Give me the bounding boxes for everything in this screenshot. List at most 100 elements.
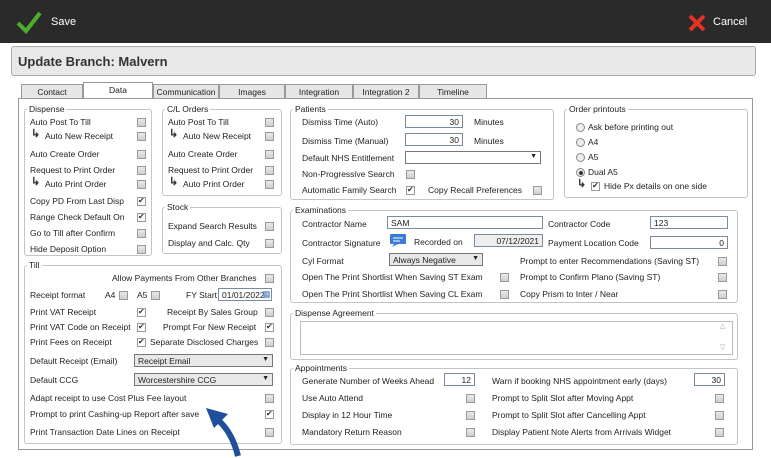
- dual-a5-label: Dual A5: [588, 167, 618, 177]
- save-button[interactable]: Save: [51, 16, 76, 28]
- mandatory-return-checkbox[interactable]: [466, 428, 475, 437]
- range-check-label: Range Check Default On: [30, 212, 125, 222]
- allow-payments-checkbox[interactable]: [265, 274, 274, 283]
- contractor-name-label: Contractor Name: [302, 219, 367, 229]
- prompt-cashing-checkbox[interactable]: [265, 409, 274, 419]
- tab-contact[interactable]: Contact: [21, 84, 83, 99]
- split-cancel-checkbox[interactable]: [715, 411, 724, 420]
- cl-auto-post-checkbox[interactable]: [265, 118, 274, 127]
- scroll-up-icon[interactable]: △: [720, 322, 725, 330]
- go-to-till-checkbox[interactable]: [137, 229, 146, 238]
- open-cl-checkbox[interactable]: [500, 290, 509, 299]
- adapt-receipt-label: Adapt receipt to use Cost Plus Fee layou…: [30, 393, 187, 403]
- cyl-format-select[interactable]: Always Negative: [389, 253, 483, 266]
- dispense-agreement-textarea[interactable]: [300, 321, 733, 355]
- copy-recall-checkbox[interactable]: [533, 186, 542, 195]
- receipt-a4-label: A4: [105, 290, 116, 300]
- dismiss-auto-label: Dismiss Time (Auto): [302, 117, 379, 127]
- receipt-format-label: Receipt format: [30, 290, 86, 300]
- open-st-label: Open The Print Shortlist When Saving ST …: [302, 272, 483, 282]
- cl-auto-new-receipt-label: Auto New Receipt: [183, 131, 252, 141]
- default-nhs-select[interactable]: [405, 151, 541, 164]
- tab-integration-2[interactable]: Integration 2: [353, 84, 419, 99]
- hide-px-checkbox[interactable]: [591, 181, 600, 191]
- payment-location-field[interactable]: 0: [650, 236, 728, 249]
- generate-weeks-field[interactable]: 12: [444, 373, 475, 386]
- tab-data[interactable]: Data: [83, 82, 153, 99]
- dispense-legend: Dispense: [29, 104, 65, 114]
- tab-integration[interactable]: Integration: [285, 84, 353, 99]
- dispense-auto-create-order-checkbox[interactable]: [137, 150, 146, 159]
- prompt-plano-checkbox[interactable]: [718, 273, 727, 282]
- tab-images[interactable]: Images: [219, 84, 285, 99]
- hide-px-label: Hide Px details on one side: [604, 181, 708, 191]
- tab-communication[interactable]: Communication: [153, 84, 219, 99]
- contractor-code-field[interactable]: 123: [650, 216, 728, 229]
- signature-icon[interactable]: [389, 233, 408, 248]
- hide-deposit-checkbox[interactable]: [137, 245, 146, 254]
- order-a5-radio[interactable]: [576, 153, 585, 162]
- dispense-auto-create-order-label: Auto Create Order: [30, 149, 100, 159]
- adapt-receipt-checkbox[interactable]: [265, 394, 274, 403]
- non-progressive-checkbox[interactable]: [406, 170, 415, 179]
- display-calc-checkbox[interactable]: [265, 239, 274, 248]
- ask-before-printing-radio[interactable]: [576, 123, 585, 132]
- receipt-by-sales-checkbox[interactable]: [265, 308, 274, 317]
- dispense-request-print-checkbox[interactable]: [137, 166, 146, 175]
- receipt-a5-checkbox[interactable]: [151, 291, 160, 300]
- dual-a5-radio[interactable]: [576, 168, 585, 177]
- receipt-a4-checkbox[interactable]: [119, 291, 128, 300]
- calendar-icon[interactable]: ▦: [262, 289, 271, 300]
- cl-auto-print-checkbox[interactable]: [265, 180, 274, 189]
- split-cancel-label: Prompt to Split Slot after Cancelling Ap…: [492, 410, 646, 420]
- print-fees-checkbox[interactable]: [137, 337, 146, 347]
- expand-search-checkbox[interactable]: [265, 222, 274, 231]
- auto-attend-label: Use Auto Attend: [302, 393, 363, 403]
- separate-charges-checkbox[interactable]: [265, 338, 274, 347]
- print-transaction-checkbox[interactable]: [265, 428, 274, 437]
- warn-nhs-field[interactable]: 30: [694, 373, 725, 386]
- cancel-button[interactable]: Cancel: [713, 16, 747, 28]
- prompt-plano-label: Prompt to Confirm Plano (Saving ST): [520, 272, 661, 282]
- dispense-auto-print-label: Auto Print Order: [45, 179, 107, 189]
- display-12h-checkbox[interactable]: [466, 411, 475, 420]
- print-transaction-label: Print Transaction Date Lines on Receipt: [30, 427, 180, 437]
- copy-pd-checkbox[interactable]: [137, 196, 146, 206]
- contractor-name-field[interactable]: SAM: [387, 216, 543, 229]
- split-moving-checkbox[interactable]: [715, 394, 724, 403]
- dispense-agreement-legend: Dispense Agreement: [295, 308, 374, 318]
- print-vat-receipt-checkbox[interactable]: [137, 307, 146, 317]
- receipt-by-sales-label: Receipt By Sales Group: [167, 307, 258, 317]
- dispense-auto-print-checkbox[interactable]: [137, 180, 146, 189]
- display-alerts-checkbox[interactable]: [715, 428, 724, 437]
- ask-before-printing-label: Ask before printing out: [588, 122, 674, 132]
- default-ccg-select[interactable]: Worcestershire CCG: [134, 373, 273, 386]
- cl-auto-new-receipt-checkbox[interactable]: [265, 132, 274, 141]
- dismiss-manual-field[interactable]: 30: [405, 133, 463, 146]
- open-st-checkbox[interactable]: [500, 273, 509, 282]
- prompt-recommend-label: Prompt to enter Recommendations (Saving …: [520, 256, 700, 266]
- prompt-new-receipt-checkbox[interactable]: [265, 322, 274, 332]
- auto-attend-checkbox[interactable]: [466, 394, 475, 403]
- sub-arrow-icon: ↳: [169, 128, 179, 140]
- till-legend: Till: [29, 260, 40, 270]
- dismiss-auto-field[interactable]: 30: [405, 115, 463, 128]
- dispense-auto-post-checkbox[interactable]: [137, 118, 146, 127]
- scroll-down-icon[interactable]: ▽: [720, 343, 725, 351]
- prompt-recommend-checkbox[interactable]: [718, 257, 727, 266]
- checkmark-icon[interactable]: [16, 10, 42, 34]
- copy-prism-checkbox[interactable]: [718, 290, 727, 299]
- cl-auto-create-order-label: Auto Create Order: [168, 149, 238, 159]
- range-check-checkbox[interactable]: [137, 212, 146, 222]
- cl-request-print-checkbox[interactable]: [265, 166, 274, 175]
- dispense-auto-new-receipt-checkbox[interactable]: [137, 132, 146, 141]
- minutes-label: Minutes: [474, 136, 504, 146]
- auto-family-checkbox[interactable]: [406, 185, 415, 195]
- order-a4-radio[interactable]: [576, 138, 585, 147]
- tab-timeline[interactable]: Timeline: [419, 84, 487, 99]
- dispense-auto-post-label: Auto Post To Till: [30, 117, 91, 127]
- print-vat-code-checkbox[interactable]: [137, 322, 146, 332]
- cancel-x-icon[interactable]: [686, 12, 708, 34]
- cl-auto-create-order-checkbox[interactable]: [265, 150, 274, 159]
- default-receipt-select[interactable]: Receipt Email: [134, 354, 273, 367]
